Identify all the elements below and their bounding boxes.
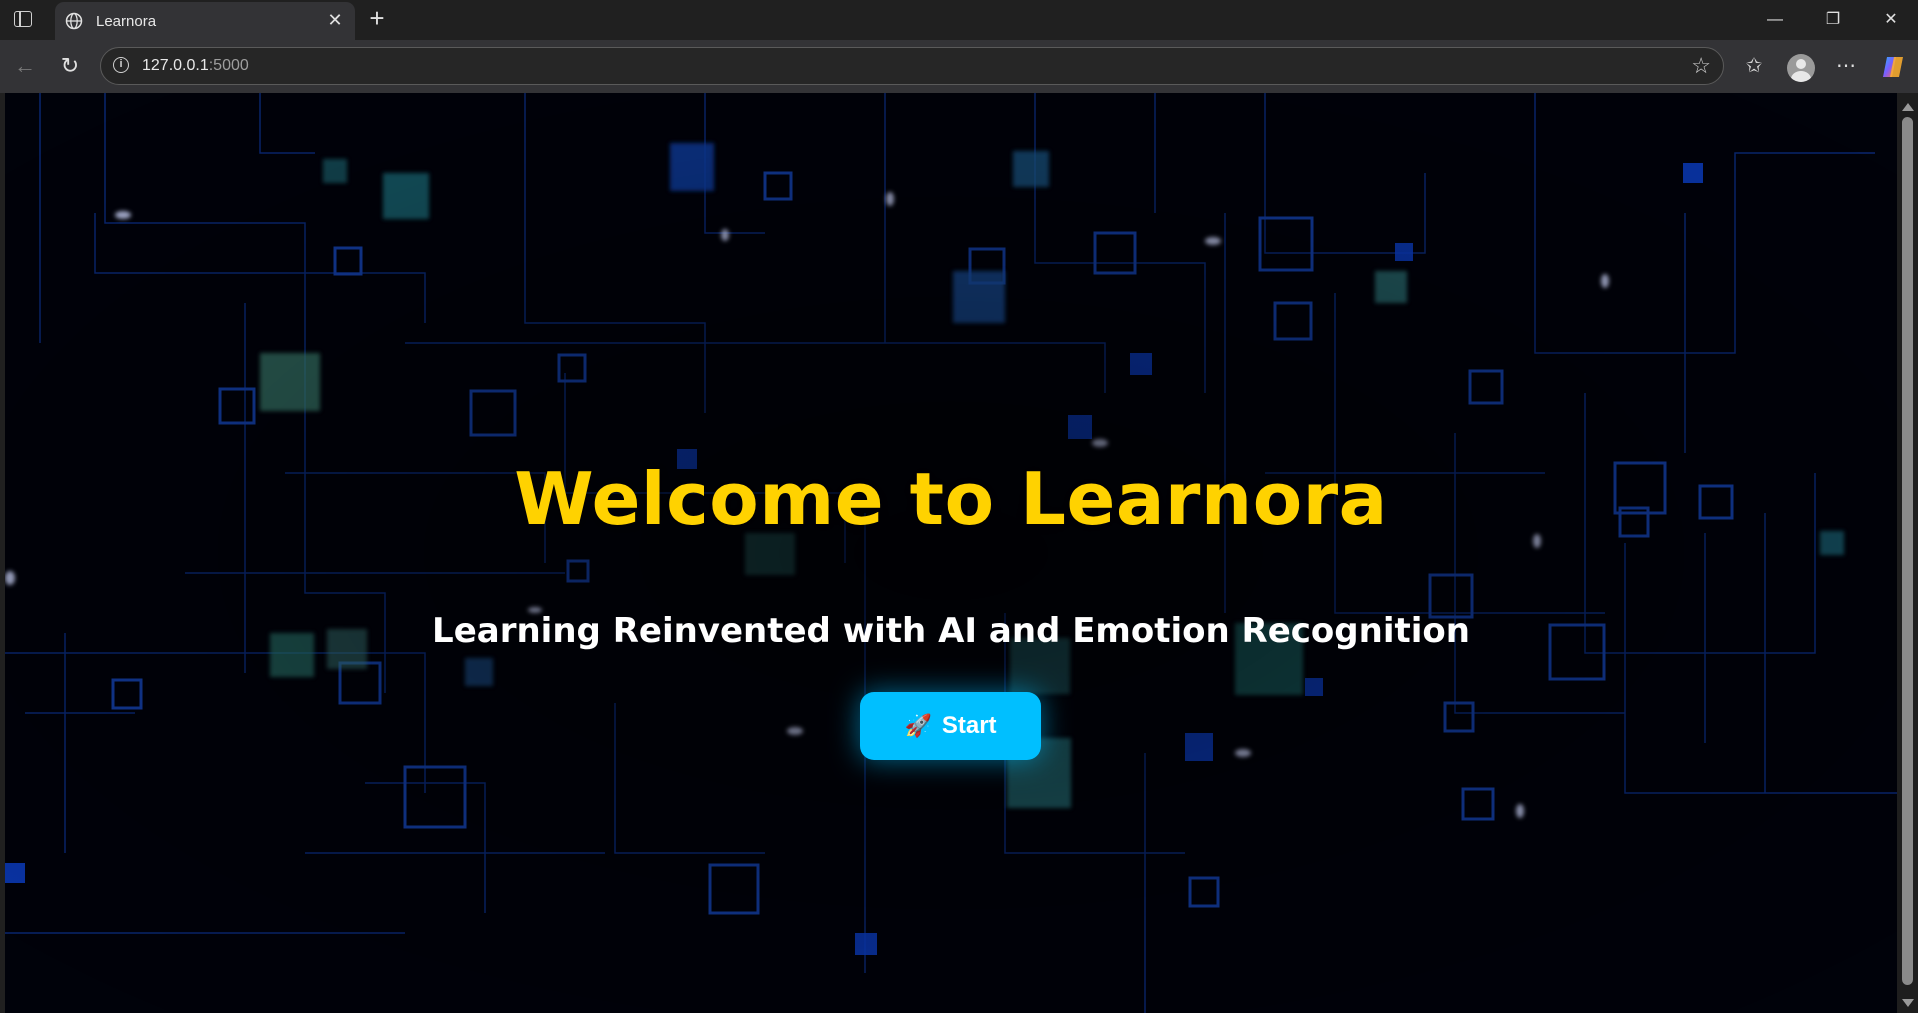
start-button-label: Start <box>941 712 997 739</box>
more-icon[interactable]: ⋯ <box>1833 53 1859 79</box>
sidebar-toggle-icon[interactable] <box>14 11 32 27</box>
circuit-background <box>5 93 1897 1013</box>
copilot-icon[interactable] <box>1880 53 1908 81</box>
start-button[interactable]: 🚀 Start <box>860 692 1041 760</box>
browser-toolbar: ← ↻ i 127.0.0.1:5000 ☆ ✩ ⋯ <box>0 40 1918 93</box>
back-icon[interactable]: ← <box>12 53 38 79</box>
info-icon[interactable]: i <box>113 57 129 73</box>
scroll-down-icon[interactable] <box>1902 999 1914 1007</box>
url-host: 127.0.0.1 <box>142 57 209 74</box>
title-bar: Learnora ✕ + — ❐ ✕ <box>0 0 1918 40</box>
globe-icon <box>65 12 83 30</box>
hero-subtitle: Learning Reinvented with AI and Emotion … <box>432 611 1470 651</box>
page-viewport: Welcome to Learnora Learning Reinvented … <box>5 93 1897 1013</box>
url-text[interactable]: 127.0.0.1:5000 <box>142 57 249 75</box>
profile-icon[interactable] <box>1787 54 1815 82</box>
address-bar[interactable]: i 127.0.0.1:5000 ☆ <box>100 47 1724 85</box>
minimize-button[interactable]: — <box>1760 8 1790 32</box>
url-port: :5000 <box>208 57 249 74</box>
scroll-up-icon[interactable] <box>1902 103 1914 111</box>
favorites-icon[interactable]: ✩ <box>1741 53 1767 79</box>
tab-title: Learnora <box>96 13 157 30</box>
close-window-button[interactable]: ✕ <box>1876 8 1906 32</box>
page-scrollbar[interactable] <box>1897 93 1918 1013</box>
hero-title: Welcome to Learnora <box>514 457 1388 541</box>
new-tab-button[interactable]: + <box>364 5 390 32</box>
star-icon[interactable]: ☆ <box>1691 53 1711 79</box>
rocket-icon: 🚀 <box>904 713 932 738</box>
scroll-thumb[interactable] <box>1902 117 1913 985</box>
tab-close-icon[interactable]: ✕ <box>325 10 345 30</box>
browser-tab[interactable]: Learnora ✕ <box>55 2 355 40</box>
restore-button[interactable]: ❐ <box>1818 8 1848 32</box>
refresh-icon[interactable]: ↻ <box>57 53 83 79</box>
